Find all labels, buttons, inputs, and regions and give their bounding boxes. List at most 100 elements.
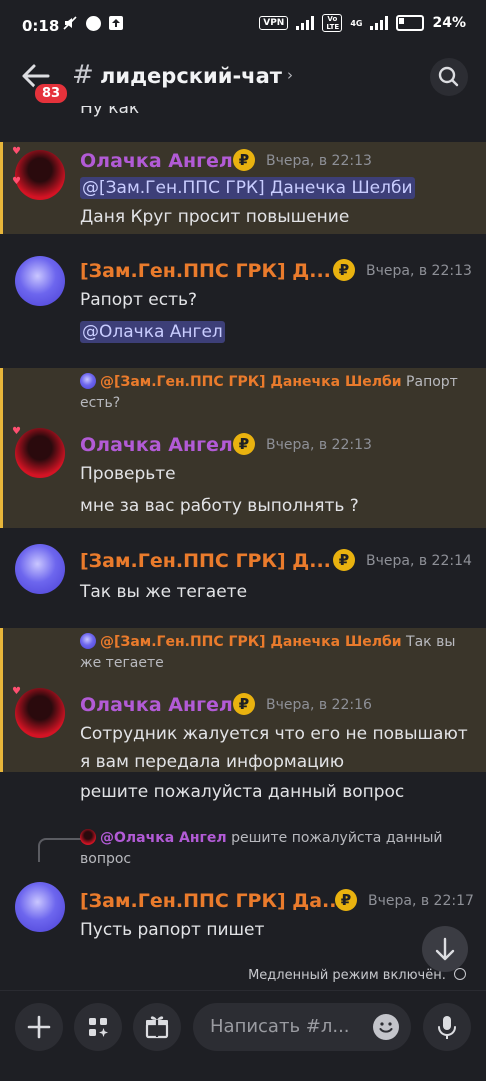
message-input-placeholder: Написать #л... [210, 1016, 350, 1037]
hearts-decoration-icon: ♥ [12, 146, 21, 157]
signal-icon [296, 16, 315, 30]
timestamp: Вчера, в 22:16 [266, 697, 372, 713]
message-text: я вам передала информацию [80, 752, 345, 772]
avatar[interactable] [15, 256, 65, 306]
author-name[interactable]: Олачка Ангел [80, 434, 233, 456]
reply-avatar [80, 829, 96, 845]
message-input[interactable]: Написать #л... [193, 1003, 411, 1051]
notification-dot-icon [86, 15, 101, 31]
author-name[interactable]: Олачка Ангел [80, 150, 233, 172]
battery-level: 24% [432, 15, 466, 31]
gift-button[interactable] [133, 1003, 181, 1051]
author-name[interactable]: [Зам.Ген.ППС ГРК] Д... [80, 260, 331, 282]
message-text: Проверьте [80, 464, 176, 484]
scroll-to-bottom-button[interactable] [422, 926, 468, 972]
channel-header: 83 # лидерский-чат › [0, 50, 486, 106]
message-item[interactable]: @Олачка Ангел решите пожалуйста данный в… [0, 824, 486, 964]
message-text: @Олачка Ангел [80, 321, 225, 343]
message-text: Так вы же тегаете [80, 582, 248, 602]
plus-icon [27, 1015, 51, 1039]
message-text: Даня Круг просит повышение [80, 207, 350, 227]
avatar[interactable] [15, 882, 65, 932]
message-text: мне за вас работу выполнять ? [80, 496, 359, 516]
search-icon [438, 66, 459, 87]
search-button[interactable] [430, 58, 468, 96]
avatar[interactable] [15, 544, 65, 594]
user-mention[interactable]: @[Зам.Ген.ППС ГРК] Данечка Шелби [80, 177, 415, 199]
status-time: 0:18 [22, 17, 60, 35]
volte-icon: Vo LTE [322, 14, 343, 32]
emoji-smile-icon [379, 1022, 393, 1033]
author-name[interactable]: Олачка Ангел [80, 694, 233, 716]
emoji-button[interactable] [373, 1014, 399, 1040]
message-item[interactable]: @[Зам.Ген.ППС ГРК] Данечка Шелби Так вы … [0, 628, 486, 772]
message-composer: Написать #л... [0, 990, 486, 1081]
hash-channel-icon: # [72, 60, 94, 90]
hearts-decoration-icon: ♥ [12, 686, 21, 697]
battery-icon [396, 15, 425, 31]
ruble-role-icon: ₽ [333, 259, 355, 281]
arrow-down-icon [435, 937, 455, 961]
message-text: Сотрудник жалуется что его не повышают [80, 724, 468, 744]
vpn-icon: VPN [259, 16, 289, 30]
reply-author: @[Зам.Ген.ППС ГРК] Данечка Шелби [100, 374, 402, 390]
reply-author: @Олачка Ангел [100, 830, 227, 846]
status-bar: 0:18 VPN Vo LTE 4G 24% [0, 0, 486, 50]
reply-preview[interactable]: @[Зам.Ген.ППС ГРК] Данечка Шелби Так вы … [80, 632, 455, 674]
reply-text: Так вы [406, 634, 456, 650]
voice-message-button[interactable] [423, 1003, 471, 1051]
reply-text: же тегаете [80, 655, 164, 671]
ruble-role-icon: ₽ [233, 433, 255, 455]
add-attachment-button[interactable] [15, 1003, 63, 1051]
avatar[interactable] [15, 150, 65, 200]
reply-avatar [80, 373, 96, 389]
partial-message-text: Ну как [80, 106, 140, 118]
avatar[interactable] [15, 428, 65, 478]
timestamp: Вчера, в 22:13 [266, 437, 372, 453]
ruble-role-icon: ₽ [233, 149, 255, 171]
ruble-role-icon: ₽ [333, 549, 355, 571]
message-list[interactable]: Ну как ♥ ♥ Олачка Ангел ₽ Вчера, в 22:13… [0, 106, 486, 986]
signal-icon-2 [370, 16, 389, 30]
message-item[interactable]: [Зам.Ген.ППС ГРК] Д... ₽ Вчера, в 22:14 … [0, 538, 486, 614]
chevron-right-icon[interactable]: › [287, 66, 293, 84]
apps-sparkle-icon [89, 1018, 108, 1037]
reply-text: решите пожалуйста данный [231, 830, 443, 846]
microphone-icon [438, 1016, 456, 1039]
channel-title[interactable]: лидерский-чат [100, 64, 282, 88]
slowmode-indicator: Медленный режим включён. [248, 968, 466, 983]
ruble-role-icon: ₽ [335, 889, 357, 911]
unread-badge: 83 [32, 81, 71, 106]
reply-preview[interactable]: @[Зам.Ген.ППС ГРК] Данечка Шелби Рапорт … [80, 372, 458, 414]
message-text: решите пожалуйста данный вопрос [80, 782, 405, 802]
upload-icon [109, 16, 123, 30]
author-name[interactable]: [Зам.Ген.ППС ГРК] Д... [80, 550, 331, 572]
message-text: @[Зам.Ген.ППС ГРК] Данечка Шелби [80, 177, 415, 199]
timestamp: Вчера, в 22:14 [366, 553, 472, 569]
message-text: Рапорт есть? [80, 290, 198, 310]
message-item[interactable]: ♥ ♥ Олачка Ангел ₽ Вчера, в 22:13 @[Зам.… [0, 142, 486, 234]
message-item[interactable]: [Зам.Ген.ППС ГРК] Д... ₽ Вчера, в 22:13 … [0, 252, 486, 356]
user-mention[interactable]: @Олачка Ангел [80, 321, 225, 343]
reply-text: есть? [80, 395, 121, 411]
clock-icon [454, 968, 466, 980]
reply-avatar [80, 633, 96, 649]
message-text: Пусть рапорт пишет [80, 920, 265, 940]
mute-icon [63, 16, 77, 30]
author-name[interactable]: [Зам.Ген.ППС ГРК] Да... [80, 890, 344, 912]
gift-icon [145, 1016, 169, 1039]
reply-author: @[Зам.Ген.ППС ГРК] Данечка Шелби [100, 634, 402, 650]
avatar[interactable] [15, 688, 65, 738]
timestamp: Вчера, в 22:13 [266, 153, 372, 169]
apps-button[interactable] [74, 1003, 122, 1051]
message-item[interactable]: @[Зам.Ген.ППС ГРК] Данечка Шелби Рапорт … [0, 368, 486, 528]
timestamp: Вчера, в 22:17 [368, 893, 474, 909]
ruble-role-icon: ₽ [233, 693, 255, 715]
hearts-decoration-icon: ♥ [12, 176, 21, 187]
timestamp: Вчера, в 22:13 [366, 263, 472, 279]
network-type: 4G [350, 18, 363, 28]
reply-text: Рапорт [406, 374, 458, 390]
reply-text: вопрос [80, 851, 132, 867]
reply-preview[interactable]: @Олачка Ангел решите пожалуйста данный в… [80, 828, 443, 870]
slowmode-text: Медленный режим включён. [248, 968, 446, 983]
